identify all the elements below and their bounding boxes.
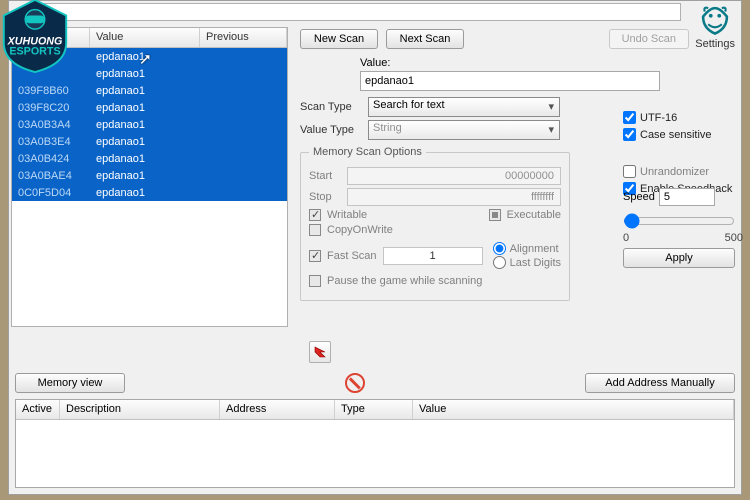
table-row[interactable]: 0C0F5D04epdanao1	[12, 184, 287, 201]
memory-view-button[interactable]: Memory view	[15, 373, 125, 393]
alignment-radio[interactable]: Alignment	[493, 242, 561, 255]
cheat-engine-window: Fou Settings Address Value Previous epda…	[8, 0, 742, 495]
speed-input[interactable]	[659, 188, 715, 206]
new-scan-button[interactable]: New Scan	[300, 29, 378, 49]
add-address-manually-button[interactable]: Add Address Manually	[585, 373, 735, 393]
col-type[interactable]: Type	[335, 400, 413, 419]
speed-slider[interactable]	[623, 213, 735, 229]
unrandomizer-checkbox[interactable]: Unrandomizer	[623, 165, 743, 178]
next-scan-button[interactable]: Next Scan	[386, 29, 464, 49]
add-to-list-button[interactable]	[309, 341, 331, 363]
col-value2[interactable]: Value	[413, 400, 734, 419]
stop-input	[347, 188, 561, 206]
table-row[interactable]: 03A0B3A4epdanao1	[12, 116, 287, 133]
memory-scan-options: Memory Scan Options Start Stop Writable …	[300, 146, 570, 301]
pause-game-check[interactable]	[309, 275, 321, 287]
table-row[interactable]: 039F8B60epdanao1	[12, 82, 287, 99]
process-input[interactable]	[44, 3, 681, 21]
writable-check[interactable]	[309, 209, 321, 221]
table-row[interactable]: 039F8C20epdanao1	[12, 99, 287, 116]
prohibit-icon[interactable]	[345, 373, 365, 393]
col-active[interactable]: Active	[16, 400, 60, 419]
col-previous[interactable]: Previous	[200, 28, 287, 47]
start-input	[347, 167, 561, 185]
svg-text:ESPORTS: ESPORTS	[9, 45, 60, 57]
speedhack-panel: Speed 0500 Apply	[623, 185, 743, 268]
fast-scan-value[interactable]	[383, 247, 483, 265]
utf16-checkbox[interactable]: UTF-16	[623, 111, 743, 124]
col-description[interactable]: Description	[60, 400, 220, 419]
col-address2[interactable]: Address	[220, 400, 335, 419]
red-arrow-icon	[313, 345, 327, 359]
value-input[interactable]	[360, 71, 660, 91]
scan-type-label: Scan Type	[300, 101, 362, 113]
value-label: Value:	[360, 57, 689, 69]
value-type-select: String	[368, 120, 560, 140]
xuhuong-logo: XUHUONG ESPORTS	[0, 0, 74, 74]
col-value[interactable]: Value	[90, 28, 200, 47]
value-type-label: Value Type	[300, 124, 362, 136]
address-list[interactable]: Active Description Address Type Value	[15, 399, 735, 488]
undo-scan-button: Undo Scan	[609, 29, 689, 49]
case-sensitive-checkbox[interactable]: Case sensitive	[623, 128, 743, 141]
table-row[interactable]: 03A0BAE4epdanao1	[12, 167, 287, 184]
table-row[interactable]: 03A0B424epdanao1	[12, 150, 287, 167]
copyonwrite-check[interactable]	[309, 224, 321, 236]
fast-scan-check[interactable]	[309, 250, 321, 262]
apply-button[interactable]: Apply	[623, 248, 735, 268]
scan-type-select[interactable]: Search for text	[368, 97, 560, 117]
executable-check[interactable]	[489, 209, 501, 221]
last-digits-radio[interactable]: Last Digits	[493, 256, 561, 269]
table-row[interactable]: 03A0B3E4epdanao1	[12, 133, 287, 150]
